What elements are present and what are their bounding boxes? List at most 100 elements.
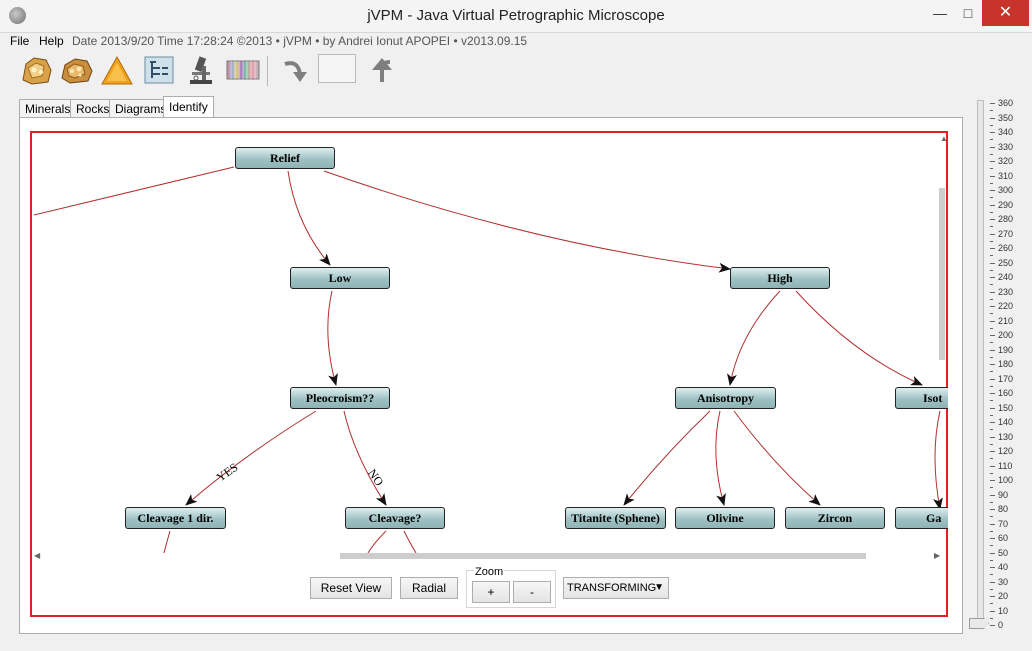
color-chart-icon[interactable] [226,54,260,86]
rotate-cw-icon[interactable] [278,54,312,86]
vertical-scrollbar-thumb[interactable] [939,188,945,360]
slider-tick-label: 260 [998,243,1014,253]
horizontal-scrollbar-thumb[interactable] [340,553,866,559]
slider-tick-label: 140 [998,417,1014,427]
slider-tick-mark [990,610,995,612]
minimize-button[interactable]: — [926,0,954,26]
slider-minor-tick [990,327,993,329]
slider-tick-mark [990,494,995,496]
slider-minor-tick [990,298,993,300]
node-garnet[interactable]: Ga [895,507,948,529]
slider-minor-tick [990,574,993,576]
slider-tick-mark [990,146,995,148]
slider-minor-tick [990,182,993,184]
microscope-icon[interactable] [184,54,218,86]
scroll-right-icon[interactable]: ▶ [934,551,940,560]
edge-relief-low [287,170,331,266]
slider-tick-label: 220 [998,301,1014,311]
rotation-slider-thumb[interactable] [969,618,989,629]
slider-tick-mark [990,378,995,380]
slider-tick-mark [990,567,995,568]
slider-tick-label: 70 [998,518,1009,529]
slider-tick-label: 50 [998,547,1009,558]
edge-relief-offscreen [34,166,235,216]
mode-select[interactable]: TRANSFORMING ▼ [563,577,669,599]
slider-tick-label: 120 [998,446,1014,456]
slider-tick-label: 340 [998,127,1014,137]
radial-button[interactable]: Radial [400,577,458,599]
tab-identify[interactable]: Identify [163,96,214,119]
tab-minerals[interactable]: Minerals [19,99,77,118]
rotation-slider-scale: 360 350 340 330 320 310 300 290 280 270 260 250 240 2… [990,97,1030,632]
node-relief[interactable]: Relief [235,147,335,169]
edge-iso-ga [933,410,943,510]
node-anisotropy[interactable]: Anisotropy [675,387,776,409]
reset-view-button[interactable]: Reset View [310,577,392,599]
rotation-slider-track[interactable] [977,100,984,628]
scroll-left-icon[interactable]: ◀ [34,551,40,560]
slider-tick-label: 310 [998,170,1014,181]
slider-tick-label: 160 [998,388,1014,398]
edge-relief-high [323,170,731,273]
slider-tick-label: 350 [998,112,1014,123]
slider-minor-tick [990,124,993,126]
node-low[interactable]: Low [290,267,390,289]
slider-tick-label: 200 [998,330,1014,340]
slider-tick-mark [990,436,995,438]
slider-minor-tick [990,603,993,605]
slider-tick-mark [990,364,995,365]
slider-tick-mark [990,233,995,235]
slider-minor-tick [990,400,993,402]
slider-tick-label: 150 [998,402,1014,413]
slider-minor-tick [990,472,993,474]
scroll-up-icon[interactable]: ▲ [940,134,948,143]
node-isotropy[interactable]: Isot [895,387,948,409]
slider-minor-tick [990,385,993,387]
slider-tick-mark [990,465,995,467]
edge-cleavage-left [367,530,387,553]
slider-tick-mark [990,523,995,525]
identify-tree-icon[interactable] [142,54,176,86]
slider-minor-tick [990,501,993,503]
node-titanite[interactable]: Titanite (Sphene) [565,507,666,529]
slider-tick-label: 330 [998,141,1014,152]
slider-tick-mark [990,132,995,133]
node-high[interactable]: High [730,267,830,289]
graph-canvas[interactable]: YES NO Relief Low High Pleocroism?? Anis… [30,131,948,617]
node-cleavage-1-dir[interactable]: Cleavage 1 dir. [125,507,226,529]
zoom-out-button[interactable]: - [513,581,551,603]
node-olivine[interactable]: Olivine [675,507,775,529]
slider-minor-tick [990,545,993,547]
chevron-down-icon: ▼ [654,582,664,593]
slider-minor-tick [990,458,993,460]
slider-minor-tick [990,139,993,141]
slider-tick-mark [990,480,995,481]
edge-label-yes: YES [214,460,241,484]
menu-help[interactable]: Help [39,34,64,48]
slider-minor-tick [990,168,993,170]
menu-file[interactable]: File [10,34,29,48]
node-cleavage[interactable]: Cleavage? [345,507,445,529]
slider-minor-tick [990,371,993,373]
node-pleocroism[interactable]: Pleocroism?? [290,387,390,409]
slider-tick-mark [990,581,995,583]
slider-minor-tick [990,516,993,518]
slider-tick-label: 230 [998,286,1014,297]
slider-tick-mark [990,538,995,539]
rotate-ccw-icon[interactable] [366,54,400,86]
maximize-button[interactable]: □ [954,0,982,26]
slider-tick-label: 40 [998,562,1009,572]
slider-minor-tick [990,443,993,445]
close-button[interactable]: ✕ [982,0,1029,26]
mineral-sample-icon[interactable] [20,54,54,86]
triangle-diagram-icon[interactable] [100,54,134,86]
slider-tick-mark [990,248,995,249]
blank-preview [318,54,356,83]
decision-tree[interactable]: YES NO Relief Low High Pleocroism?? Anis… [34,135,948,553]
slider-tick-label: 270 [998,228,1014,239]
window-title: jVPM - Java Virtual Petrographic Microsc… [367,7,665,24]
rock-sample-icon[interactable] [60,54,94,86]
zoom-in-button[interactable]: + [472,581,510,603]
slider-tick-mark [990,219,995,220]
node-zircon[interactable]: Zircon [785,507,885,529]
